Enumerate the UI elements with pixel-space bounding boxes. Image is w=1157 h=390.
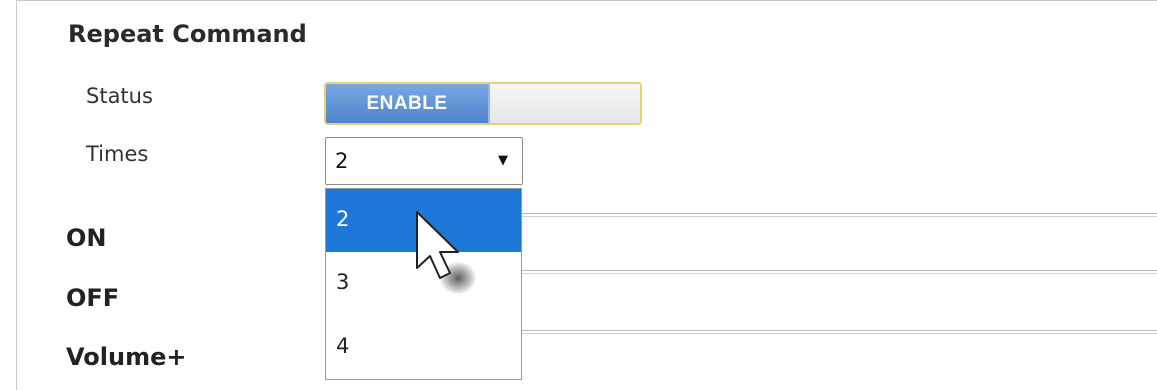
times-option-4[interactable]: 4 xyxy=(326,316,521,379)
times-select[interactable]: 2 ▼ xyxy=(325,137,523,185)
command-volume-up-label: Volume+ xyxy=(66,343,187,371)
command-off-label: OFF xyxy=(66,284,120,312)
command-off-field[interactable] xyxy=(522,270,1157,274)
toggle-knob[interactable] xyxy=(490,84,640,123)
command-volume-up-field[interactable] xyxy=(522,330,1157,334)
times-select-value: 2 xyxy=(335,149,349,173)
status-toggle[interactable]: ENABLE xyxy=(324,82,642,125)
mouse-pointer-icon xyxy=(416,211,459,279)
command-on-label: ON xyxy=(66,224,107,252)
section-title: Repeat Command xyxy=(68,20,307,48)
command-on-field[interactable] xyxy=(522,213,1157,217)
toggle-enable-label: ENABLE xyxy=(326,84,490,123)
status-label: Status xyxy=(86,84,153,108)
chevron-down-icon: ▼ xyxy=(498,153,508,168)
times-label: Times xyxy=(86,142,149,166)
